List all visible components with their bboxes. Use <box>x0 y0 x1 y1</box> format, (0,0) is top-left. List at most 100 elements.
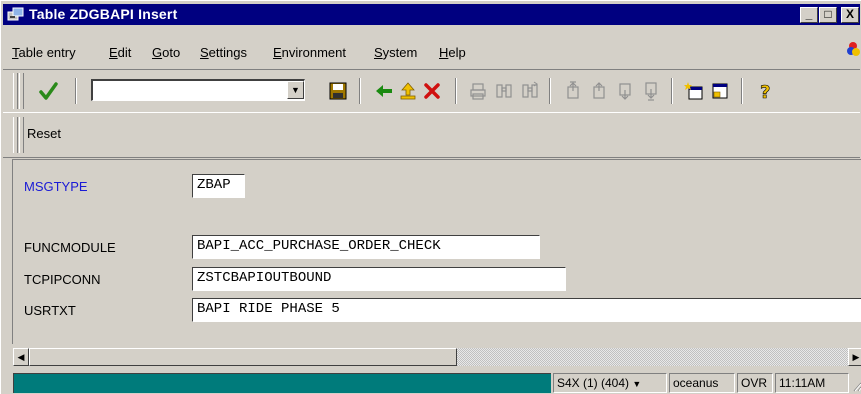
system-info[interactable]: S4X (1) (404) ▼ <box>553 373 667 393</box>
save-icon <box>329 82 347 100</box>
svg-text:?: ? <box>760 82 770 101</box>
back-button[interactable] <box>371 78 397 104</box>
menu-label: able entry <box>18 45 76 60</box>
menu-mnemonic: E <box>109 45 118 60</box>
exit-button[interactable] <box>395 78 421 104</box>
menu-settings[interactable]: Settings <box>200 45 247 60</box>
next-page-button[interactable] <box>613 78 639 104</box>
msgtype-label: MSGTYPE <box>24 179 88 194</box>
find-next-button[interactable] <box>517 78 543 104</box>
sap-window: Table ZDGBAPI Insert _ □ X Table entry E… <box>0 0 861 394</box>
server-info: oceanus <box>669 373 735 393</box>
title-bar[interactable]: Table ZDGBAPI Insert _ □ X <box>3 4 860 25</box>
scrollbar-thumb[interactable] <box>29 348 457 366</box>
help-icon: ? <box>760 82 771 101</box>
save-button[interactable] <box>325 78 351 104</box>
last-page-icon <box>645 82 657 101</box>
cancel-button[interactable] <box>419 78 445 104</box>
toolbar-separator <box>359 78 361 104</box>
menu-mnemonic: S <box>374 45 383 60</box>
print-button[interactable] <box>465 78 491 104</box>
resize-grip-icon[interactable] <box>852 378 861 392</box>
menu-label: dit <box>117 45 132 60</box>
msgtype-field[interactable]: ZBAP <box>192 174 245 198</box>
horizontal-scrollbar[interactable]: ◀ ▶ <box>13 348 861 366</box>
enter-button[interactable] <box>35 78 61 104</box>
menu-mnemonic: S <box>200 45 209 60</box>
menu-environment[interactable]: Environment <box>273 45 346 60</box>
toolbar-separator <box>455 78 457 104</box>
cancel-icon <box>424 83 440 99</box>
shortcut-button[interactable] <box>707 78 733 104</box>
enter-check-icon <box>39 82 58 100</box>
minimize-icon: _ <box>805 7 813 21</box>
menu-bar: Table entry Edit Goto Settings Environme… <box>3 41 860 63</box>
menu-edit[interactable]: Edit <box>109 45 131 60</box>
menu-label: nvironment <box>281 45 346 60</box>
chevron-right-icon: ▶ <box>852 352 860 362</box>
toolbar-grip[interactable] <box>13 73 18 109</box>
toolbar-grip[interactable] <box>13 117 18 153</box>
find-button[interactable] <box>491 78 517 104</box>
chevron-down-icon: ▼ <box>291 85 300 95</box>
toolbar-separator <box>549 78 551 104</box>
help-button[interactable]: ? <box>753 78 779 104</box>
menu-help[interactable]: Help <box>439 45 466 60</box>
scroll-right-button[interactable]: ▶ <box>848 348 861 366</box>
menu-goto[interactable]: Goto <box>152 45 180 60</box>
menu-mnemonic: G <box>152 45 163 60</box>
funcmodule-label: FUNCMODULE <box>24 240 116 255</box>
menu-system[interactable]: System <box>374 45 417 60</box>
menu-mnemonic: E <box>273 45 282 60</box>
system-info-text: S4X (1) (404) <box>557 376 630 390</box>
tcpipconn-field[interactable]: ZSTCBAPIOUTBOUND <box>192 267 566 291</box>
command-input[interactable] <box>93 81 289 99</box>
chevron-left-icon: ◀ <box>17 352 25 362</box>
maximize-button[interactable]: □ <box>819 7 837 23</box>
last-page-button[interactable] <box>639 78 665 104</box>
shortcut-icon <box>712 83 728 99</box>
menu-label: oto <box>162 45 181 60</box>
system-toolbar: ▼ ? <box>3 69 860 113</box>
exit-icon <box>400 82 416 100</box>
first-page-button[interactable] <box>561 78 587 104</box>
status-bar: S4X (1) (404) ▼ oceanus OVR 11:11AM <box>13 372 861 394</box>
usrtxt-label: USRTXT <box>24 303 76 318</box>
close-button[interactable]: X <box>841 7 859 23</box>
status-message-area[interactable] <box>13 373 551 393</box>
sap-app-icon <box>7 7 24 21</box>
menu-table-entry[interactable]: Table entry <box>12 45 76 60</box>
chevron-down-icon: ▼ <box>632 379 642 389</box>
toolbar-separator <box>75 78 77 104</box>
menu-label: ystem <box>382 45 418 60</box>
print-icon <box>470 83 486 100</box>
menu-mnemonic: H <box>439 45 449 60</box>
minimize-button[interactable]: _ <box>800 7 818 23</box>
scroll-left-button[interactable]: ◀ <box>13 348 29 366</box>
next-page-icon <box>619 83 631 100</box>
sap-logo-icon <box>847 42 860 56</box>
previous-page-button[interactable] <box>587 78 613 104</box>
create-session-button[interactable] <box>681 78 707 104</box>
tcpipconn-label: TCPIPCONN <box>24 272 101 287</box>
close-icon: X <box>845 7 854 21</box>
find-next-icon <box>522 81 538 98</box>
menu-label: elp <box>448 45 466 60</box>
maximize-icon: □ <box>824 7 832 21</box>
find-icon <box>496 84 512 98</box>
first-page-icon <box>567 81 579 99</box>
toolbar-separator <box>671 78 673 104</box>
entry-form: MSGTYPE ZBAP FUNCMODULE BAPI_ACC_PURCHAS… <box>12 159 861 344</box>
previous-page-icon <box>593 82 605 99</box>
toolbar-separator <box>741 78 743 104</box>
toolbar-grip[interactable] <box>19 117 24 153</box>
time-display: 11:11AM <box>775 373 849 393</box>
reset-button[interactable]: Reset <box>27 126 61 141</box>
toolbar-grip[interactable] <box>19 73 24 109</box>
funcmodule-field[interactable]: BAPI_ACC_PURCHASE_ORDER_CHECK <box>192 235 540 259</box>
command-dropdown-button[interactable]: ▼ <box>287 81 304 99</box>
insert-mode-indicator[interactable]: OVR <box>737 373 773 393</box>
command-field[interactable]: ▼ <box>91 79 305 101</box>
menu-label: ettings <box>208 45 247 60</box>
usrtxt-field[interactable]: BAPI RIDE PHASE 5 <box>192 298 861 322</box>
